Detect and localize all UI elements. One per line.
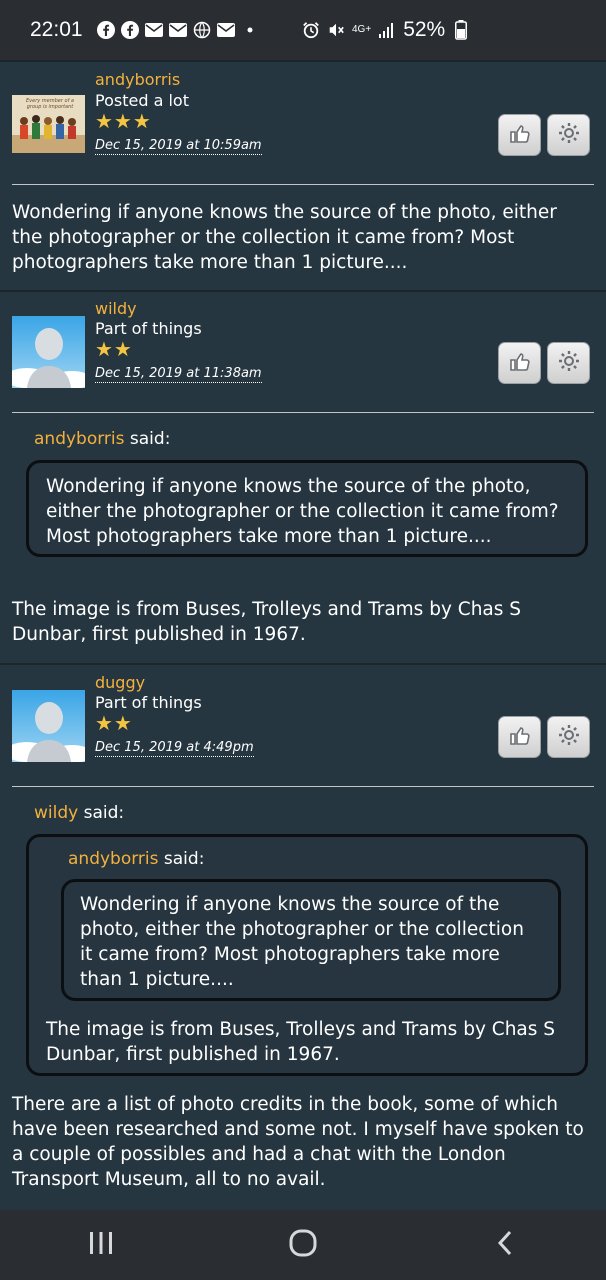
settings-button[interactable] <box>547 114 590 156</box>
post-username[interactable]: wildy <box>95 299 137 318</box>
quote-said: said: <box>124 429 171 449</box>
nested-quote-said: said: <box>158 849 205 869</box>
user-rank: Part of things <box>95 319 202 338</box>
globe-icon <box>193 21 211 39</box>
mute-icon <box>327 21 345 39</box>
gear-icon <box>558 724 580 750</box>
recent-apps-icon <box>87 1230 115 1260</box>
nested-quote-attribution: andyborris said: <box>68 849 204 869</box>
rank-stars: ★★ <box>95 337 133 361</box>
post-date[interactable]: Dec 15, 2019 at 11:38am <box>95 366 262 383</box>
signal-icon <box>378 21 396 39</box>
post-header-divider <box>12 184 594 185</box>
back-icon <box>495 1229 515 1261</box>
like-button[interactable] <box>498 342 541 384</box>
post-username[interactable]: duggy <box>95 673 145 692</box>
nested-quote-box: Wondering if anyone knows the source of … <box>61 879 561 1001</box>
thumbs-up-icon <box>508 121 532 149</box>
post-header-divider <box>12 786 594 787</box>
post-body: There are a list of photo credits in the… <box>12 1094 584 1190</box>
battery-icon <box>452 20 470 40</box>
avatar[interactable] <box>12 690 85 762</box>
mail-icon <box>216 21 235 39</box>
mail-icon <box>168 21 187 39</box>
quote-attribution: wildy said: <box>34 803 124 823</box>
post-separator <box>0 663 606 665</box>
settings-button[interactable] <box>547 716 590 758</box>
nested-quote-text: Wondering if anyone knows the source of … <box>80 894 524 990</box>
settings-button[interactable] <box>547 342 590 384</box>
user-rank: Part of things <box>95 693 202 712</box>
home-icon <box>288 1228 318 1262</box>
alarm-icon <box>302 21 320 39</box>
quote-attribution: andyborris said: <box>34 429 170 449</box>
like-button[interactable] <box>498 716 541 758</box>
avatar[interactable] <box>12 316 85 388</box>
post-header-divider <box>12 412 594 413</box>
home-button[interactable] <box>273 1220 333 1270</box>
quote-author[interactable]: andyborris <box>34 429 125 449</box>
facebook-icon <box>120 21 139 39</box>
quote-box: Wondering if anyone knows the source of … <box>26 460 588 557</box>
rank-stars: ★★★ <box>95 109 152 133</box>
like-button[interactable] <box>498 114 541 156</box>
dot-icon <box>241 21 259 39</box>
avatar[interactable]: Every member of a group is important <box>12 95 85 153</box>
quote-box: andyborris said: Wondering if anyone kno… <box>26 834 588 1076</box>
post-body: Wondering if anyone knows the source of … <box>12 202 557 273</box>
user-rank: Posted a lot <box>95 91 189 110</box>
facebook-icon <box>96 21 115 39</box>
nested-quote-author[interactable]: andyborris <box>68 849 159 869</box>
post-date[interactable]: Dec 15, 2019 at 10:59am <box>95 138 262 155</box>
status-time: 22:01 <box>30 18 83 41</box>
quote-text: The image is from Buses, Trolleys and Tr… <box>46 1019 556 1065</box>
quote-author[interactable]: wildy <box>34 803 78 823</box>
system-nav-bar <box>0 1210 606 1280</box>
gear-icon <box>558 350 580 376</box>
thumbs-up-icon <box>508 723 532 751</box>
status-bar-divider <box>0 60 606 62</box>
battery-percent: 52% <box>403 18 446 41</box>
post-separator <box>0 290 606 292</box>
post-date[interactable]: Dec 15, 2019 at 4:49pm <box>95 740 254 757</box>
gear-icon <box>558 122 580 148</box>
rank-stars: ★★ <box>95 711 133 735</box>
network-type: 4G+ <box>352 24 372 35</box>
post-username[interactable]: andyborris <box>95 70 180 89</box>
mail-icon <box>144 21 163 39</box>
back-button[interactable] <box>475 1220 535 1270</box>
thumbs-up-icon <box>508 349 532 377</box>
post-body: The image is from Buses, Trolleys and Tr… <box>12 599 522 645</box>
quote-text: Wondering if anyone knows the source of … <box>46 476 559 547</box>
avatar-caption: Every member of a group is important <box>26 98 74 110</box>
quote-said: said: <box>78 803 125 823</box>
status-bar: 22:01 4G+ 52% <box>0 0 606 60</box>
recent-apps-button[interactable] <box>71 1220 131 1270</box>
